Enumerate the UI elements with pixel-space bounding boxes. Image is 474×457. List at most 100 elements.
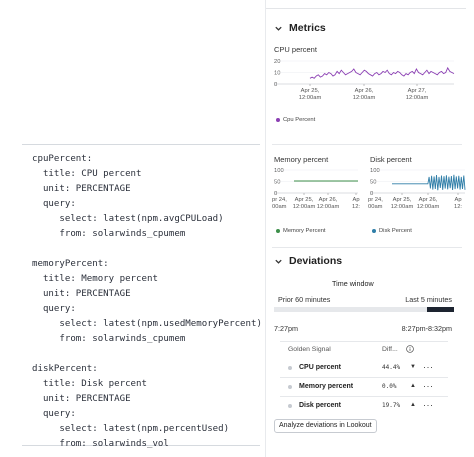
x-tick-label: 12:00am xyxy=(417,204,440,210)
golden-signal-column: Golden Signal xyxy=(288,346,331,353)
analyze-deviations-button[interactable]: Analyze deviations in Lookout xyxy=(274,419,377,433)
y-tick-label: 50 xyxy=(274,180,280,186)
x-tick-label: 12:00am xyxy=(317,204,340,210)
y-tick-label: 10 xyxy=(274,71,280,77)
analysis-panel: Metrics CPU percent 20 10 0 Apr 25, 12:00am A… xyxy=(265,0,474,457)
code-line: title: Disk percent xyxy=(32,379,147,389)
disk-percent-chart[interactable]: 100500pr 24,00amApr 25,12:00amApr 26,12:… xyxy=(362,164,467,216)
cpu-percent-chart[interactable]: 20100Apr 25,12:00amApr 26,12:00amApr 27,… xyxy=(266,55,471,110)
info-icon[interactable] xyxy=(406,345,414,353)
signal-row-disk[interactable]: Disk percent 19.7% ▲ ··· xyxy=(280,398,448,414)
up-arrow-icon: ▲ xyxy=(410,402,416,408)
x-tick-label: Ap xyxy=(352,197,359,203)
chevron-down-icon xyxy=(275,259,282,264)
code-line: select: latest(npm.avgCPULoad) xyxy=(32,214,224,224)
cpu-legend-label: Cpu Percent xyxy=(283,117,316,123)
y-tick-label: 0 xyxy=(274,82,277,88)
x-tick-label: 12:00am xyxy=(391,204,414,210)
series-line[interactable] xyxy=(392,174,466,191)
up-arrow-icon: ▲ xyxy=(410,383,416,389)
row-divider xyxy=(280,377,448,378)
divider xyxy=(272,144,462,145)
x-tick-label: Apr 26, xyxy=(355,88,374,94)
more-options-icon[interactable]: ··· xyxy=(423,381,434,391)
code-line: query: xyxy=(32,304,76,314)
code-line: select: latest(npm.usedMemoryPercent) xyxy=(32,319,262,329)
y-tick-label: 100 xyxy=(274,168,284,174)
divider xyxy=(272,247,462,248)
signal-diff: 19.7% xyxy=(382,402,401,409)
memory-chart-title: Memory percent xyxy=(274,155,329,164)
memory-percent-chart[interactable]: 100500pr 24,00amApr 25,12:00amApr 26,12:… xyxy=(266,164,364,216)
y-tick-label: 20 xyxy=(274,59,280,65)
x-tick-label: 00am xyxy=(272,204,287,210)
y-tick-label: 100 xyxy=(370,168,380,174)
code-line: from: solarwinds_vol xyxy=(32,439,169,449)
disk-chart-title: Disk percent xyxy=(370,155,412,164)
cpu-chart-title: CPU percent xyxy=(274,45,317,54)
row-bullet xyxy=(288,404,292,408)
x-tick-label: 12:00am xyxy=(299,95,322,101)
code-line: from: solarwinds_cpumem xyxy=(32,334,186,344)
time-window-title: Time window xyxy=(332,279,374,288)
x-tick-label: 00am xyxy=(368,204,383,210)
x-tick-label: Apr 25, xyxy=(295,197,314,203)
window-end-time: 8:27pm-8:32pm xyxy=(401,324,452,333)
series-line[interactable] xyxy=(309,66,455,79)
code-line: diskPercent: xyxy=(32,364,98,374)
code-line: unit: PERCENTAGE xyxy=(32,184,131,194)
code-line: select: latest(npm.percentUsed) xyxy=(32,424,230,434)
code-line: memoryPercent: xyxy=(32,259,109,269)
x-tick-label: pr 24, xyxy=(272,197,287,203)
disk-legend[interactable]: Disk Percent xyxy=(372,228,412,234)
signal-diff: 44.4% xyxy=(382,364,401,371)
code-editor: cpuPercent: title: CPU percent unit: PER… xyxy=(22,144,262,449)
code-line: title: CPU percent xyxy=(32,169,142,179)
chevron-down-icon xyxy=(275,26,282,31)
x-tick-label: Apr 25, xyxy=(301,88,320,94)
deviations-section-header[interactable]: Deviations xyxy=(274,255,342,267)
row-divider xyxy=(280,396,448,397)
more-options-icon[interactable]: ··· xyxy=(423,362,434,372)
x-tick-label: Apr 26, xyxy=(419,197,438,203)
memory-legend-dot xyxy=(276,229,280,233)
memory-legend[interactable]: Memory Percent xyxy=(276,228,326,234)
x-tick-label: 12:00am xyxy=(406,95,429,101)
code-line: unit: PERCENTAGE xyxy=(32,394,131,404)
signal-row-cpu[interactable]: CPU percent 44.4% ▼ ··· xyxy=(280,360,448,376)
x-tick-label: pr 24, xyxy=(368,197,383,203)
signal-table-header: Golden Signal Diff... xyxy=(280,342,448,358)
signal-name: CPU percent xyxy=(299,364,342,371)
recent-window-fill xyxy=(427,307,454,312)
top-divider xyxy=(266,8,466,9)
time-window-bar[interactable] xyxy=(274,307,454,312)
metrics-section-header[interactable]: Metrics xyxy=(274,22,326,34)
code-line: query: xyxy=(32,409,76,419)
row-bullet xyxy=(288,385,292,389)
x-tick-label: 12:00am xyxy=(293,204,316,210)
code-line: title: Memory percent xyxy=(32,274,158,284)
code-line: query: xyxy=(32,199,76,209)
cpu-legend-dot xyxy=(276,118,280,122)
down-arrow-icon: ▼ xyxy=(410,364,416,370)
row-bullet xyxy=(288,366,292,370)
x-tick-label: Apr 26, xyxy=(319,197,338,203)
x-tick-label: Apr 27, xyxy=(408,88,427,94)
code-line: from: solarwinds_cpumem xyxy=(32,229,186,239)
x-tick-label: Ap xyxy=(454,197,461,203)
more-options-icon[interactable]: ··· xyxy=(423,400,434,410)
y-tick-label: 50 xyxy=(370,180,376,186)
x-tick-label: 12: xyxy=(454,204,462,210)
cpu-legend[interactable]: Cpu Percent xyxy=(276,117,315,123)
signal-row-memory[interactable]: Memory percent 0.0% ▲ ··· xyxy=(280,379,448,395)
disk-legend-label: Disk Percent xyxy=(379,228,412,234)
x-tick-label: 12: xyxy=(352,204,360,210)
diff-column[interactable]: Diff... xyxy=(382,346,398,353)
window-start-time: 7:27pm xyxy=(274,324,298,333)
memory-legend-label: Memory Percent xyxy=(283,228,326,234)
x-tick-label: 12:00am xyxy=(353,95,376,101)
signal-name: Disk percent xyxy=(299,402,342,409)
prior-window-label: Prior 60 minutes xyxy=(278,295,331,304)
metrics-title: Metrics xyxy=(289,22,326,34)
code-line: cpuPercent: xyxy=(32,154,93,164)
